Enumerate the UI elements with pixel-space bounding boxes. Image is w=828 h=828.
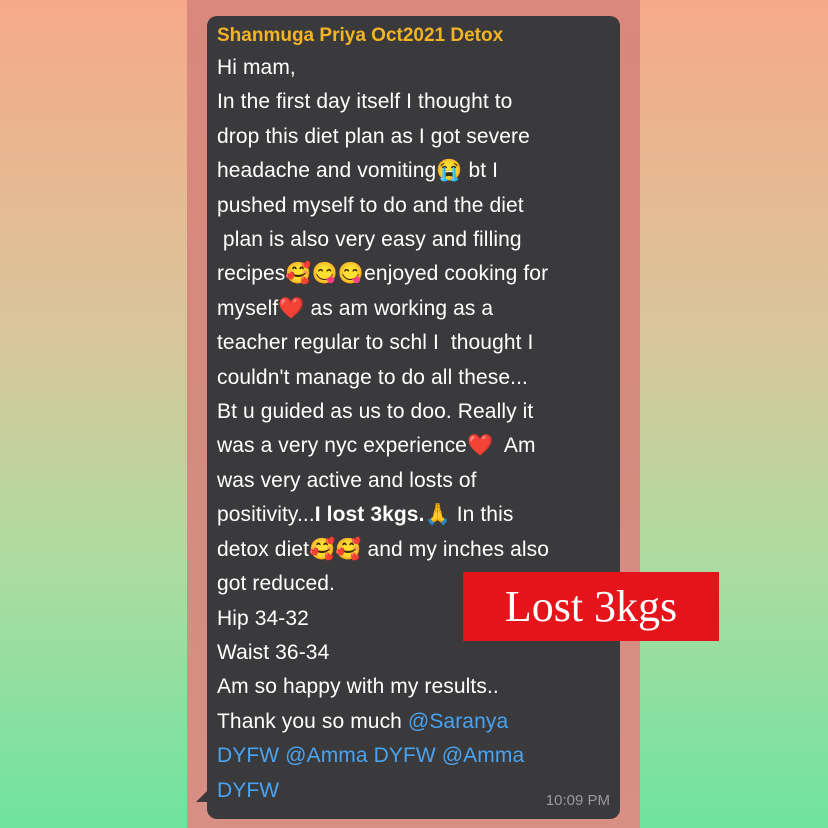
mention-saranya[interactable]: @Saranya xyxy=(408,710,508,733)
mention-amma-1[interactable]: @Amma DYFW xyxy=(285,744,436,767)
message-line: Am so happy with my results.. xyxy=(217,675,499,699)
message-line-thanks: Thank you so much @Saranya xyxy=(217,705,610,739)
message-bubble[interactable]: Shanmuga Priya Oct2021 Detox Hi mam, In … xyxy=(207,16,620,819)
message-line: couldn't manage to do all these... xyxy=(217,365,528,389)
message-line: headache and vomiting😭 bt I xyxy=(217,159,499,183)
lost-weight-stamp: Lost 3kgs xyxy=(463,572,719,641)
message-line: was a very nyc experience❤️ Am xyxy=(217,434,536,458)
message-line: was very active and losts of xyxy=(217,468,477,492)
message-line: In the first day itself I thought to xyxy=(217,90,513,114)
message-line: pushed myself to do and the diet xyxy=(217,193,524,217)
line-text: Thank you so much xyxy=(217,709,408,733)
line-text: 🙏 In this xyxy=(424,503,514,527)
message-line: detox diet🥰🥰 and my inches also xyxy=(217,537,550,561)
message-line: myself❤️ as am working as a xyxy=(217,296,494,320)
message-line: Hi mam, xyxy=(217,56,296,79)
mention-amma-2[interactable]: @Amma xyxy=(442,744,525,767)
mention-amma-2-cont[interactable]: DYFW xyxy=(217,779,279,802)
line-text: positivity... xyxy=(217,503,315,527)
sender-name[interactable]: Shanmuga Priya Oct2021 Detox xyxy=(217,24,610,48)
message-line-highlight: positivity...I lost 3kgs.🙏 In this xyxy=(217,498,610,532)
message-timestamp: 10:09 PM xyxy=(545,792,610,809)
message-line: drop this diet plan as I got severe xyxy=(217,124,530,148)
message-line: recipes🥰😋😋enjoyed cooking for xyxy=(217,262,549,286)
message-line: Waist 36-34 xyxy=(217,640,330,664)
message-line: plan is also very easy and filling xyxy=(217,228,522,252)
message-line-mentions: DYFW @Amma DYFW @Amma xyxy=(217,739,610,773)
mention-saranya-cont[interactable]: DYFW xyxy=(217,744,279,767)
weight-loss-highlight: I lost 3kgs. xyxy=(314,503,425,527)
message-line: teacher regular to schl I thought I xyxy=(217,331,534,355)
message-line: Bt u guided as us to doo. Really it xyxy=(217,400,534,424)
